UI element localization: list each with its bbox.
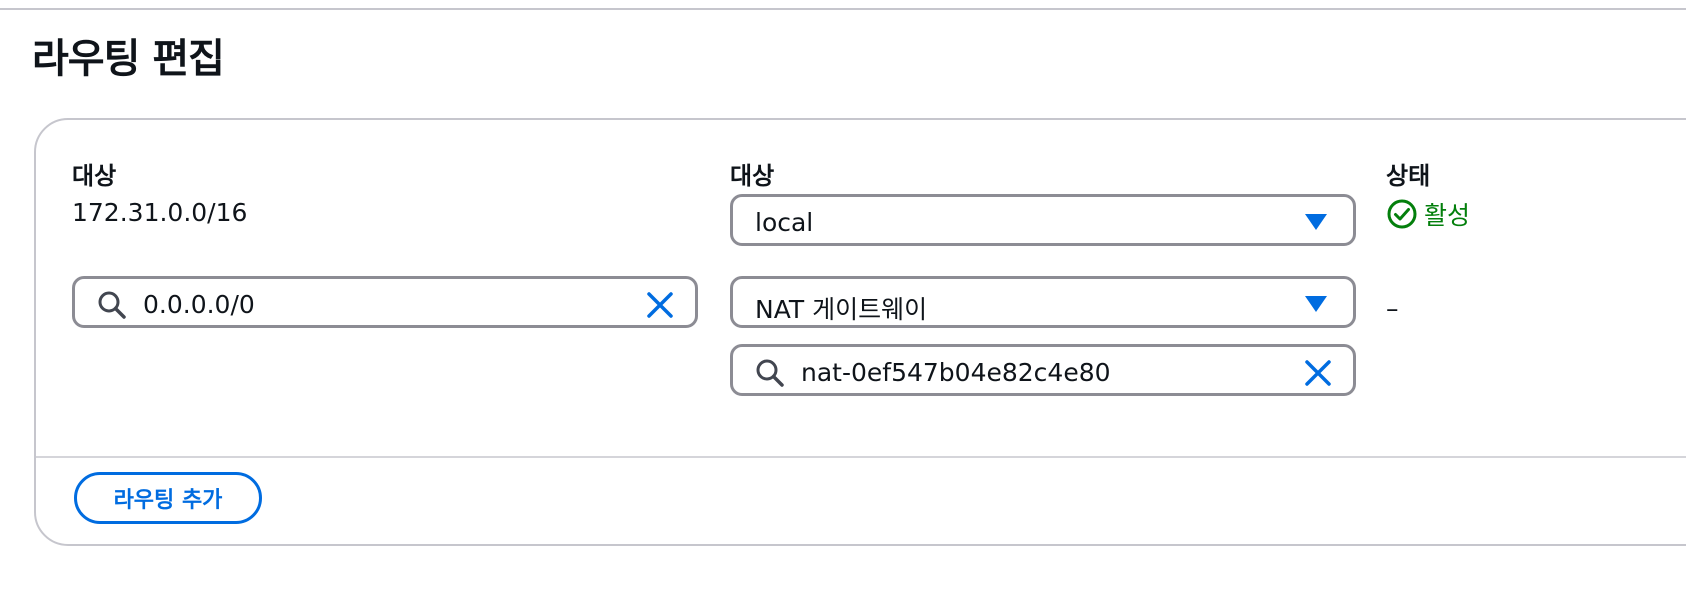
search-icon <box>756 359 784 387</box>
route-2-target-value: NAT 게이트웨이 <box>755 295 928 324</box>
route-2-target-id-value: nat-0ef547b04e82c4e80 <box>801 358 1111 387</box>
destination-column-header: 대상 <box>72 162 117 190</box>
add-route-button[interactable]: 라우팅 추가 <box>74 472 262 524</box>
close-icon[interactable] <box>645 290 675 320</box>
route-2-status: – <box>1386 294 1399 323</box>
route-1-status: 활성 <box>1386 196 1470 232</box>
target-column-header: 대상 <box>730 162 775 190</box>
caret-down-icon <box>1305 214 1327 230</box>
route-2-destination-value: 0.0.0.0/0 <box>143 290 255 319</box>
route-2-destination-input[interactable]: 0.0.0.0/0 <box>72 276 698 328</box>
panel-divider <box>36 456 1686 458</box>
caret-down-icon <box>1305 296 1327 312</box>
page-title: 라우팅 편집 <box>32 36 225 82</box>
search-icon <box>98 291 126 319</box>
route-2-target-select[interactable]: NAT 게이트웨이 <box>730 276 1356 328</box>
route-1-status-label: 활성 <box>1424 201 1471 230</box>
route-1-target-select[interactable]: local <box>730 194 1356 246</box>
route-table-panel: 대상 대상 상태 172.31.0.0/16 local 활성 0.0.0.0/… <box>34 118 1686 546</box>
check-circle-icon <box>1387 199 1417 229</box>
status-column-header: 상태 <box>1386 162 1431 190</box>
top-divider <box>0 8 1686 10</box>
route-1-destination: 172.31.0.0/16 <box>72 198 248 227</box>
route-1-target-value: local <box>755 208 814 237</box>
close-icon[interactable] <box>1303 358 1333 388</box>
route-2-target-id-input[interactable]: nat-0ef547b04e82c4e80 <box>730 344 1356 396</box>
